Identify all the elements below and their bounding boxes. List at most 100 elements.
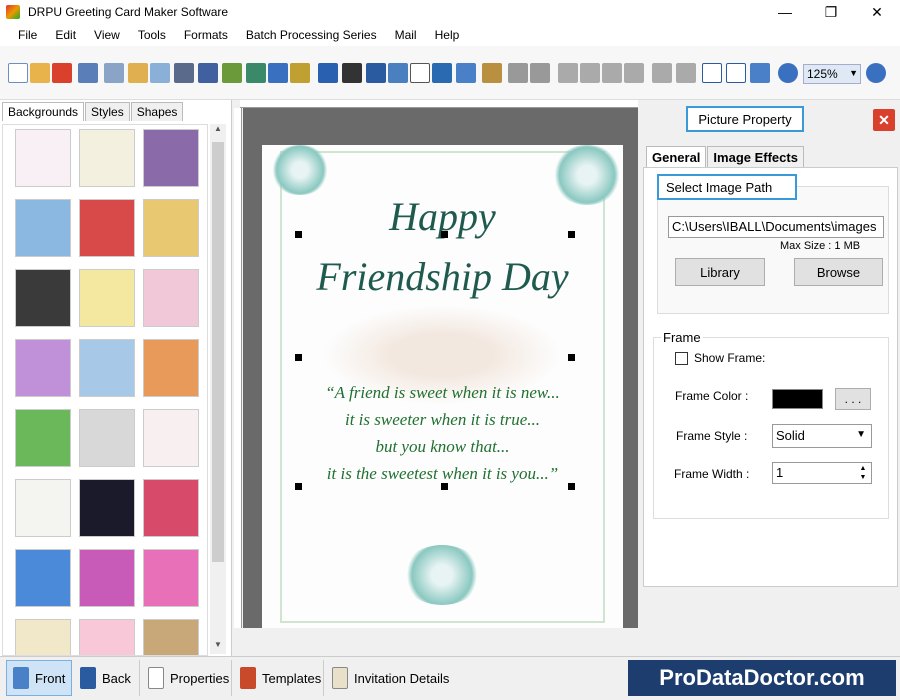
properties-button[interactable]: Properties [142, 660, 232, 696]
export-icon[interactable] [128, 63, 148, 83]
back-button[interactable]: Back [74, 660, 140, 696]
greeting-card[interactable]: Happy Friendship Day “A friend is sweet … [262, 145, 623, 628]
minimize-button[interactable]: — [762, 0, 808, 24]
frame-width-stepper[interactable]: 1 ▲ ▼ [772, 462, 872, 484]
image-icon[interactable] [246, 63, 266, 83]
background-thumb[interactable] [15, 269, 71, 327]
color-picker-button[interactable]: . . . [835, 388, 871, 410]
tab-backgrounds[interactable]: Backgrounds [2, 102, 85, 121]
tab-shapes[interactable]: Shapes [130, 102, 184, 121]
quote-line[interactable]: “A friend is sweet when it is new... [262, 383, 623, 403]
selection-handle[interactable] [295, 483, 302, 490]
front-button[interactable]: Front [6, 660, 72, 696]
library-button[interactable]: Library [675, 258, 765, 286]
menu-mail[interactable]: Mail [395, 28, 417, 42]
background-thumb[interactable] [79, 549, 135, 607]
background-thumb[interactable] [79, 619, 135, 655]
envelope-icon[interactable] [456, 63, 476, 83]
quote-line[interactable]: but you know that... [262, 437, 623, 457]
selection-handle[interactable] [295, 354, 302, 361]
save-icon[interactable] [78, 63, 98, 83]
selection-handle[interactable] [441, 231, 448, 238]
menu-edit[interactable]: Edit [55, 28, 76, 42]
redo-icon[interactable] [530, 63, 550, 83]
save-as-icon[interactable] [104, 63, 124, 83]
browse-button[interactable]: Browse [794, 258, 883, 286]
background-thumb[interactable] [143, 269, 199, 327]
background-thumb[interactable] [15, 619, 71, 655]
signature-icon[interactable] [410, 63, 430, 83]
delete-icon[interactable] [624, 63, 644, 83]
actual-size-icon[interactable] [726, 63, 746, 83]
invitation-details-button[interactable]: Invitation Details [326, 660, 456, 696]
background-thumb[interactable] [15, 199, 71, 257]
background-thumb[interactable] [15, 129, 71, 187]
tab-general[interactable]: General [646, 146, 707, 168]
background-thumb[interactable] [15, 339, 71, 397]
background-thumb[interactable] [143, 129, 199, 187]
scroll-down-icon[interactable]: ▼ [210, 640, 226, 654]
background-thumb[interactable] [79, 199, 135, 257]
maximize-button[interactable]: ❐ [808, 0, 854, 24]
templates-button[interactable]: Templates [234, 660, 324, 696]
background-thumb[interactable] [79, 339, 135, 397]
barcode-icon[interactable] [342, 63, 362, 83]
scroll-up-icon[interactable]: ▲ [210, 124, 226, 138]
zoom-out-icon[interactable] [866, 63, 886, 83]
background-thumb[interactable] [143, 199, 199, 257]
spin-arrows-icon[interactable]: ▲ ▼ [856, 464, 870, 482]
grid-icon[interactable] [702, 63, 722, 83]
selection-handle[interactable] [441, 483, 448, 490]
background-thumb[interactable] [79, 129, 135, 187]
selection-handle[interactable] [295, 231, 302, 238]
background-thumb[interactable] [79, 479, 135, 537]
menu-formats[interactable]: Formats [184, 28, 228, 42]
frame-style-select[interactable]: Solid ▼ [772, 424, 872, 448]
menu-help[interactable]: Help [435, 28, 460, 42]
close-panel-icon[interactable]: ✕ [873, 109, 895, 131]
frame-color-swatch[interactable] [772, 389, 823, 409]
background-thumb[interactable] [143, 479, 199, 537]
copy-icon[interactable] [580, 63, 600, 83]
background-thumb[interactable] [143, 549, 199, 607]
quote-line[interactable]: it is the sweetest when it is you...” [262, 464, 623, 484]
scrollbar[interactable]: ▲ ▼ [210, 124, 226, 654]
selection-handle[interactable] [568, 483, 575, 490]
watermark-icon[interactable] [318, 63, 338, 83]
paste-icon[interactable] [602, 63, 622, 83]
background-thumb[interactable] [79, 269, 135, 327]
crop-icon[interactable] [222, 63, 242, 83]
zoom-in-icon[interactable] [778, 63, 798, 83]
background-thumb[interactable] [15, 549, 71, 607]
background-thumb[interactable] [79, 409, 135, 467]
background-thumb[interactable] [143, 619, 199, 655]
email-icon[interactable] [150, 63, 170, 83]
cut-icon[interactable] [558, 63, 578, 83]
line-icon[interactable] [432, 63, 452, 83]
background-thumb[interactable] [143, 409, 199, 467]
picture-icon[interactable] [290, 63, 310, 83]
menu-view[interactable]: View [94, 28, 120, 42]
background-thumb[interactable] [15, 479, 71, 537]
menu-file[interactable]: File [18, 28, 37, 42]
tab-image-effects[interactable]: Image Effects [707, 146, 804, 168]
tab-styles[interactable]: Styles [85, 102, 130, 121]
show-frame-checkbox[interactable] [675, 352, 688, 365]
fit-page-icon[interactable] [750, 63, 770, 83]
print-icon[interactable] [174, 63, 194, 83]
scroll-thumb[interactable] [212, 142, 224, 562]
open-folder-icon[interactable] [30, 63, 50, 83]
zoom-select[interactable]: 125% ▼ [803, 64, 861, 84]
menu-batch-processing[interactable]: Batch Processing Series [246, 28, 377, 42]
undo-icon[interactable] [508, 63, 528, 83]
word-art-icon[interactable] [388, 63, 408, 83]
print-preview-icon[interactable] [198, 63, 218, 83]
close-button[interactable]: ✕ [854, 0, 900, 24]
text-icon[interactable] [366, 63, 386, 83]
new-file-icon[interactable] [8, 63, 28, 83]
pencil-icon[interactable] [268, 63, 288, 83]
bring-front-icon[interactable] [652, 63, 672, 83]
image-path-input[interactable]: C:\Users\IBALL\Documents\images [668, 216, 884, 238]
menu-tools[interactable]: Tools [138, 28, 166, 42]
send-back-icon[interactable] [676, 63, 696, 83]
